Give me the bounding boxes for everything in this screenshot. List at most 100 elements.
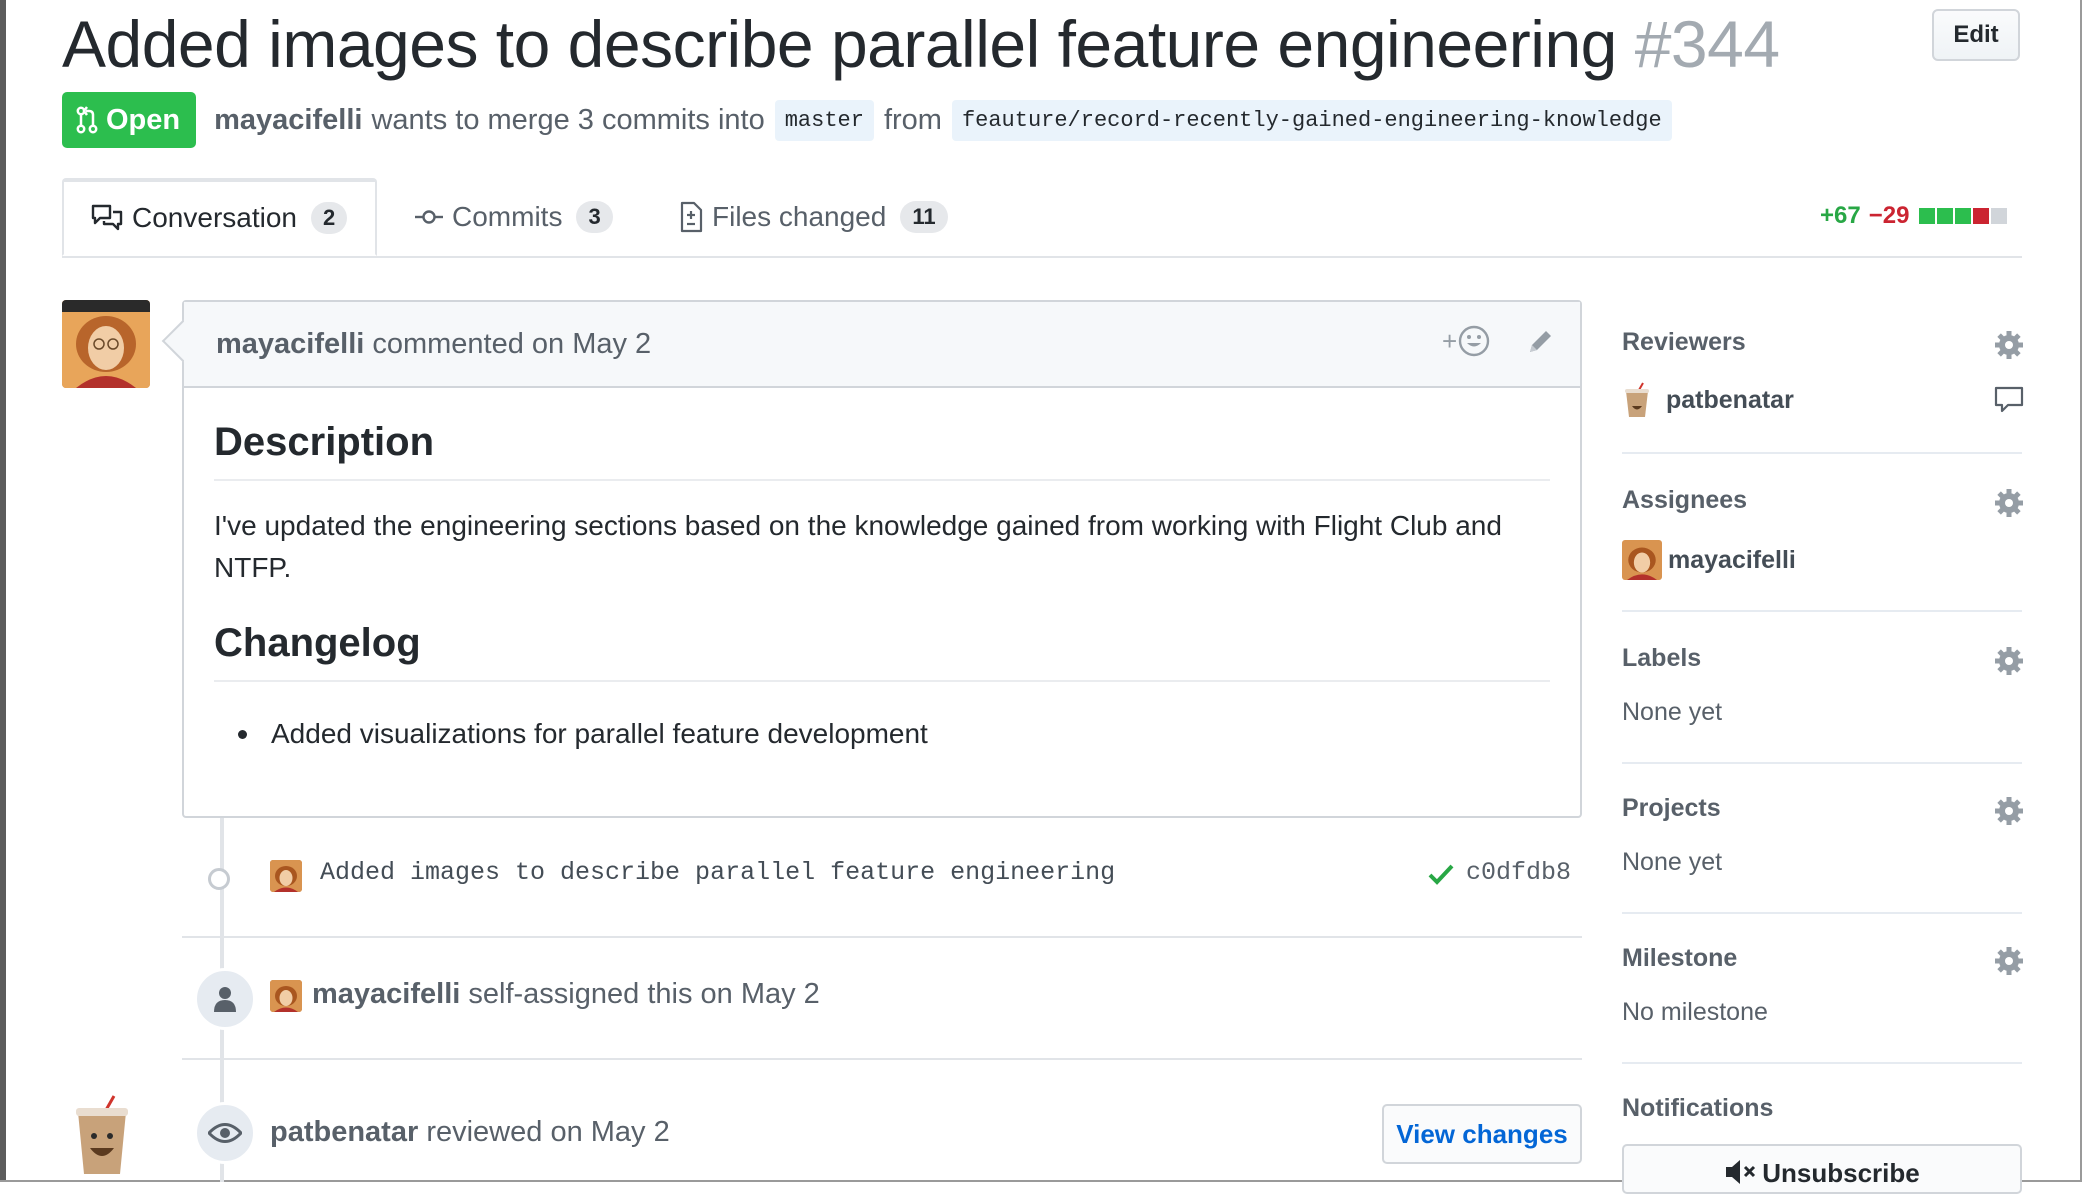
changelog-heading: Changelog xyxy=(214,621,1550,682)
tab-files-changed-label: Files changed xyxy=(712,201,887,232)
gear-icon[interactable] xyxy=(1994,796,2024,826)
view-changes-button[interactable]: View changes xyxy=(1382,1104,1582,1164)
merge-text: wants to merge 3 commits into xyxy=(371,103,765,136)
sidebar-milestone: Milestone No milestone xyxy=(1622,916,2024,1064)
eye-badge xyxy=(194,1102,256,1164)
comment-author-link[interactable]: mayacifelli xyxy=(216,328,364,361)
gear-icon[interactable] xyxy=(1994,946,2024,976)
milkshake-avatar-icon xyxy=(76,1095,128,1174)
diffstat-block-add xyxy=(1955,208,1972,224)
labels-value: None yet xyxy=(1622,698,1723,726)
window-frame-left xyxy=(0,0,6,1182)
timeline-review-event: patbenatar reviewed on May 2 xyxy=(182,1058,1582,1182)
tab-files-changed[interactable]: Files changed 11 xyxy=(678,178,948,256)
file-diff-icon xyxy=(680,201,703,233)
review-action: reviewed on May 2 xyxy=(426,1116,670,1148)
reviewer-entry[interactable]: patbenatar xyxy=(1622,382,1794,418)
projects-title[interactable]: Projects xyxy=(1622,794,1721,823)
comment-card: mayacifelli commented on May 2 + Descrip… xyxy=(161,300,1582,818)
comment-action-text: commented on May 2 xyxy=(372,327,652,360)
projects-value: None yet xyxy=(1622,848,1723,876)
state-badge-open: Open xyxy=(62,92,197,148)
avatar-portrait-icon xyxy=(1622,540,1662,580)
changelog-item-text: Added visualizations for parallel featur… xyxy=(271,718,928,749)
diffstat-block-neutral xyxy=(1991,208,2008,224)
assignee-name: mayacifelli xyxy=(1668,545,1796,574)
pencil-icon[interactable] xyxy=(1524,326,1556,358)
edit-button[interactable]: Edit xyxy=(1932,9,2020,61)
pr-author-link[interactable]: mayacifelli xyxy=(214,104,362,137)
milestone-title[interactable]: Milestone xyxy=(1622,944,1737,973)
sidebar-labels: Labels None yet xyxy=(1622,616,2024,764)
changelog-item: Added visualizations for parallel featur… xyxy=(214,718,1550,750)
avatar-portrait-icon xyxy=(270,980,302,1012)
author-avatar[interactable] xyxy=(62,300,150,388)
timeline-assign-event: mayacifelli self-assigned this on May 2 xyxy=(182,936,1582,1060)
sidebar-projects: Projects None yet xyxy=(1622,766,2024,914)
add-reaction-button[interactable]: + xyxy=(1442,324,1491,358)
reviewer-avatar[interactable] xyxy=(72,1094,132,1176)
reaction-plus: + xyxy=(1442,325,1458,356)
commit-message-link[interactable]: Added images to describe parallel featur… xyxy=(320,858,1115,887)
reviewer-name: patbenatar xyxy=(1666,385,1794,414)
comment-body: Description I've updated the engineering… xyxy=(184,420,1580,750)
reviewers-title[interactable]: Reviewers xyxy=(1622,328,1746,357)
eye-icon xyxy=(208,1123,242,1143)
assign-author-avatar[interactable] xyxy=(270,980,302,1012)
head-branch[interactable]: feauture/record-recently-gained-engineer… xyxy=(951,99,1672,141)
base-branch[interactable]: master xyxy=(774,99,874,141)
pr-meta: Open mayacifelli wants to merge 3 commit… xyxy=(62,92,1682,148)
person-icon xyxy=(214,987,236,1012)
smiley-icon xyxy=(1458,325,1490,357)
description-heading: Description xyxy=(214,420,1550,481)
person-badge xyxy=(194,968,256,1030)
sidebar-assignees: Assignees mayacifelli xyxy=(1622,458,2024,612)
diffstat-block-del xyxy=(1973,208,1990,224)
avatar-portrait-icon xyxy=(270,860,302,892)
diffstat-additions: +67 xyxy=(1820,202,1861,229)
review-author-link[interactable]: patbenatar xyxy=(270,1116,418,1148)
milkshake-avatar-icon xyxy=(1625,382,1649,417)
assign-author-link[interactable]: mayacifelli xyxy=(312,978,460,1010)
commit-node-icon xyxy=(208,868,230,890)
tab-files-changed-count: 11 xyxy=(900,201,948,233)
sidebar-reviewers: Reviewers patbenatar xyxy=(1622,300,2024,454)
tab-commits-label: Commits xyxy=(452,201,563,232)
pr-number: #344 xyxy=(1634,7,1780,81)
pr-title: Added images to describe parallel featur… xyxy=(62,6,1780,82)
tab-conversation-count: 2 xyxy=(310,202,348,234)
comment-discussion-icon xyxy=(91,204,123,231)
pr-tabs: Conversation 2 Commits 3 Files changed 1… xyxy=(62,178,2022,258)
bullet xyxy=(238,729,247,739)
state-label: Open xyxy=(106,103,181,136)
tab-commits-count: 3 xyxy=(576,201,613,233)
diffstat-deletions: −29 xyxy=(1868,202,1910,229)
avatar-portrait-icon xyxy=(62,300,150,388)
comment-header: mayacifelli commented on May 2 + xyxy=(184,302,1580,388)
check-icon[interactable] xyxy=(1428,862,1454,886)
unsubscribe-label: Unsubscribe xyxy=(1762,1158,1920,1188)
unsubscribe-button[interactable]: Unsubscribe xyxy=(1622,1144,2022,1194)
tab-conversation-label: Conversation xyxy=(132,202,297,233)
timeline-commit: Added images to describe parallel featur… xyxy=(182,818,1582,938)
gear-icon[interactable] xyxy=(1994,646,2024,676)
labels-title[interactable]: Labels xyxy=(1622,644,1701,673)
diffstat: +67 −29 xyxy=(1820,202,2009,230)
description-paragraph: I've updated the engineering sections ba… xyxy=(214,510,1502,583)
assign-action: self-assigned this on May 2 xyxy=(468,978,820,1010)
diffstat-block-add xyxy=(1919,208,1936,224)
comment-icon[interactable] xyxy=(1994,386,2024,414)
commit-author-avatar[interactable] xyxy=(270,860,302,892)
notifications-title: Notifications xyxy=(1622,1094,1774,1122)
assignee-entry[interactable]: mayacifelli xyxy=(1622,540,1796,580)
tab-conversation[interactable]: Conversation 2 xyxy=(62,178,378,256)
assignees-title[interactable]: Assignees xyxy=(1622,486,1747,515)
commit-sha-link[interactable]: c0dfdb8 xyxy=(1466,858,1571,887)
gear-icon[interactable] xyxy=(1994,488,2024,518)
pr-title-text: Added images to describe parallel featur… xyxy=(62,7,1617,81)
tab-commits[interactable]: Commits 3 xyxy=(414,178,613,256)
gear-icon[interactable] xyxy=(1994,330,2024,360)
from-text: from xyxy=(883,103,942,136)
diffstat-block-add xyxy=(1937,208,1954,224)
milestone-value: No milestone xyxy=(1622,998,1768,1026)
